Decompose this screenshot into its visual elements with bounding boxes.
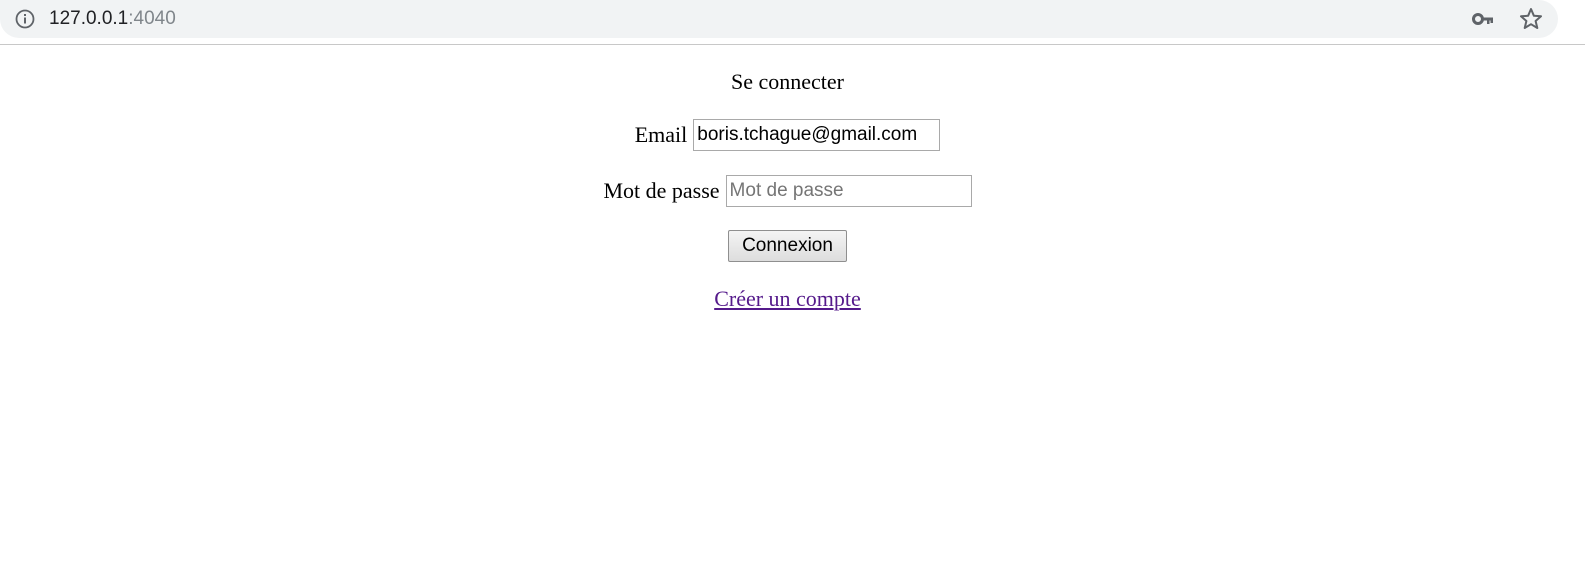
address-bar[interactable]: 127.0.0.1:4040 [0,0,1558,38]
toolbar-divider [0,44,1585,45]
url-text[interactable]: 127.0.0.1:4040 [49,7,176,31]
key-icon[interactable] [1471,8,1495,30]
create-account-link[interactable]: Créer un compte [714,286,861,311]
info-icon[interactable] [14,8,36,30]
register-link-row: Créer un compte [0,286,1575,312]
submit-row: Connexion [0,230,1575,262]
star-icon[interactable] [1518,6,1544,32]
page-title: Se connecter [731,69,844,94]
password-row: Mot de passe [0,175,1575,207]
url-host: 127.0.0.1 [49,8,129,29]
password-label: Mot de passe [603,178,720,203]
email-input[interactable] [693,119,941,151]
connexion-button[interactable]: Connexion [728,230,847,262]
email-label: Email [634,122,688,147]
url-port: :4040 [128,8,176,29]
password-input[interactable] [725,175,972,207]
email-row: Email [0,119,1575,151]
